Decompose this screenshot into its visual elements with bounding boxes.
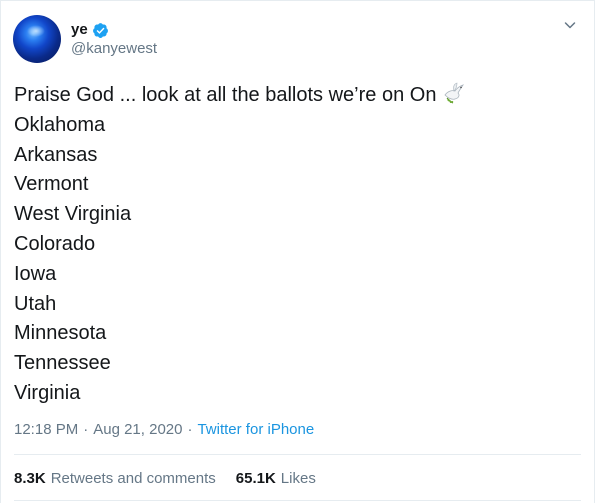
author-name-row[interactable]: ye: [71, 21, 109, 39]
tweet-source-link[interactable]: Twitter for iPhone: [197, 421, 314, 439]
avatar[interactable]: [13, 15, 61, 63]
tweet-line-9: Minnesota: [14, 322, 107, 345]
meta-separator: ·: [83, 421, 89, 438]
retweets-stat[interactable]: 8.3K Retweets and comments: [14, 470, 216, 488]
tweet-text: Praise God ... look at all the ballots w…: [14, 81, 466, 409]
tweet-time[interactable]: 12:18 PM: [14, 421, 78, 439]
tweet-meta: 12:18 PM · Aug 21, 2020 · Twitter for iP…: [14, 421, 314, 439]
tweet-line-6: Colorado: [14, 232, 96, 255]
tweet-line-4: Vermont: [14, 173, 89, 196]
tweet-line-10: Tennessee: [14, 352, 111, 375]
verified-badge-icon: [92, 22, 109, 39]
likes-label: Likes: [280, 470, 316, 487]
likes-stat[interactable]: 65.1K Likes: [236, 470, 316, 488]
divider: [14, 454, 581, 455]
author-name[interactable]: ye: [71, 21, 88, 39]
tweet-line-11: Virginia: [14, 381, 81, 404]
retweets-count: 8.3K: [14, 470, 46, 487]
chevron-down-icon[interactable]: [562, 17, 578, 33]
tweet-line-3: Arkansas: [14, 143, 98, 166]
avatar-shine: [27, 25, 45, 37]
tweet-line-1-text: Praise God ... look at all the ballots w…: [14, 84, 437, 106]
tweet-line-5: West Virginia: [14, 203, 132, 226]
tweet-card: ye @kanyewest Praise God ... look at all…: [0, 0, 595, 503]
dove-emoji-icon: [442, 82, 466, 104]
tweet-date[interactable]: Aug 21, 2020: [93, 421, 182, 439]
tweet-line-7: Iowa: [14, 262, 57, 285]
meta-separator: ·: [187, 421, 193, 438]
retweets-label: Retweets and comments: [50, 470, 216, 487]
author-handle[interactable]: @kanyewest: [71, 40, 157, 58]
likes-count: 65.1K: [235, 470, 276, 487]
tweet-line-2: Oklahoma: [14, 113, 106, 136]
tweet-stats: 8.3K Retweets and comments 65.1K Likes: [14, 470, 316, 488]
divider: [14, 500, 581, 501]
tweet-line-8: Utah: [14, 292, 57, 315]
tweet-line-1: Praise God ... look at all the ballots w…: [14, 81, 466, 111]
